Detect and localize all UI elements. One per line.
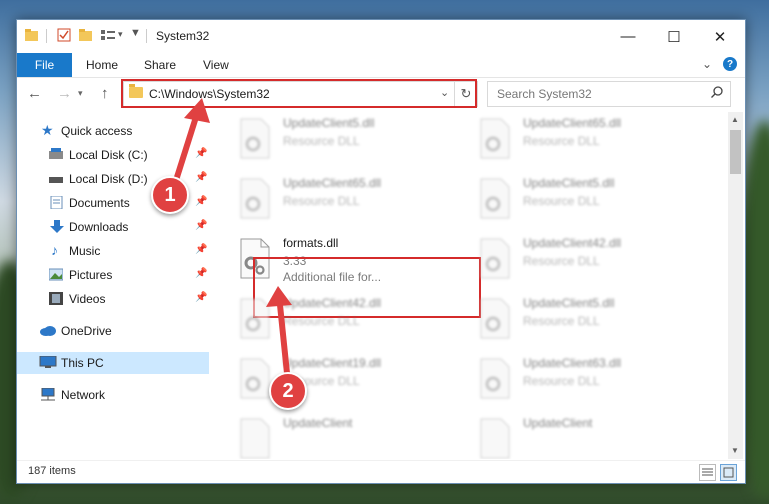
arrow-2-head — [266, 286, 292, 307]
step-1-badge: 1 — [151, 176, 189, 214]
arrow-1-head — [184, 98, 210, 123]
annotation-arrows — [169, 98, 292, 384]
step-2-badge: 2 — [269, 372, 307, 410]
